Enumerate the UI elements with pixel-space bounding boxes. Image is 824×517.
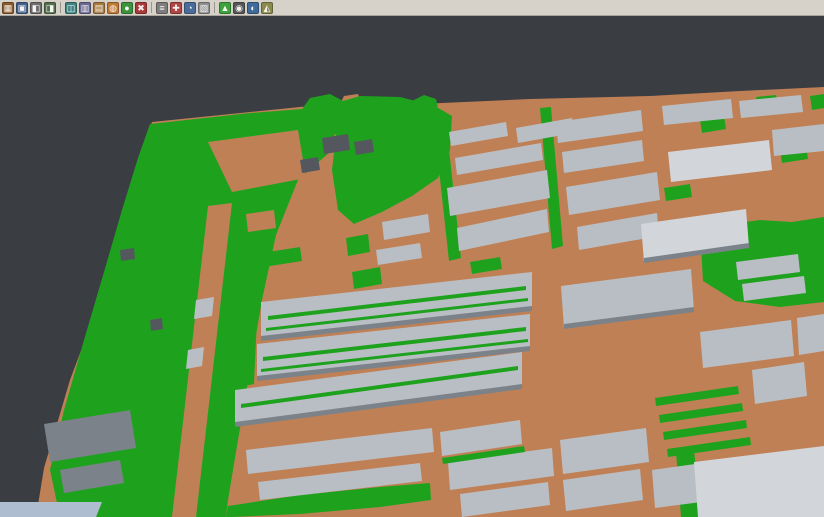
dark-structure xyxy=(150,318,163,331)
globe-icon[interactable]: ◐ xyxy=(247,2,259,14)
viewport-3d[interactable] xyxy=(0,16,824,517)
application-window: ▦ ▣ ◧ ◨ ◫ ▥ ▤ ◍ ● ✖ ≡ ✚ ◔ ▧ ▲ ◉ ◐ ◭ xyxy=(0,0,824,517)
dark-structure xyxy=(120,248,135,261)
save-icon[interactable]: ▣ xyxy=(16,2,28,14)
subsample-icon[interactable]: ◍ xyxy=(107,2,119,14)
building-roof xyxy=(186,347,204,369)
delete-icon[interactable]: ✖ xyxy=(135,2,147,14)
settings-icon[interactable]: ≡ xyxy=(156,2,168,14)
building-roof xyxy=(194,297,214,319)
vegetation-patch xyxy=(234,296,258,388)
light-area-layer xyxy=(0,502,102,517)
open-icon[interactable]: ▦ xyxy=(2,2,14,14)
merge-icon[interactable]: ▥ xyxy=(79,2,91,14)
vegetation-patch xyxy=(810,94,824,110)
sphere-icon[interactable]: ● xyxy=(121,2,133,14)
import-icon[interactable]: ◧ xyxy=(30,2,42,14)
toolbar: ▦ ▣ ◧ ◨ ◫ ▥ ▤ ◍ ● ✖ ≡ ✚ ◔ ▧ ▲ ◉ ◐ ◭ xyxy=(0,0,824,16)
close-icon[interactable]: ✚ xyxy=(170,2,182,14)
toolbar-separator xyxy=(151,2,152,13)
building-roof xyxy=(797,314,824,355)
rotate-icon[interactable]: ◔ xyxy=(184,2,196,14)
histogram-icon[interactable]: ◭ xyxy=(261,2,273,14)
snapshot-icon[interactable]: ◉ xyxy=(233,2,245,14)
clone-icon[interactable]: ◫ xyxy=(65,2,77,14)
bottom-left-light-area xyxy=(0,502,102,517)
vegetation-filter-icon[interactable]: ▲ xyxy=(219,2,231,14)
toolbar-separator xyxy=(214,2,215,13)
toolbar-separator xyxy=(60,2,61,13)
crop-icon[interactable]: ▤ xyxy=(93,2,105,14)
tree-canopy xyxy=(300,94,346,112)
grid-icon[interactable]: ▧ xyxy=(198,2,210,14)
export-icon[interactable]: ◨ xyxy=(44,2,56,14)
